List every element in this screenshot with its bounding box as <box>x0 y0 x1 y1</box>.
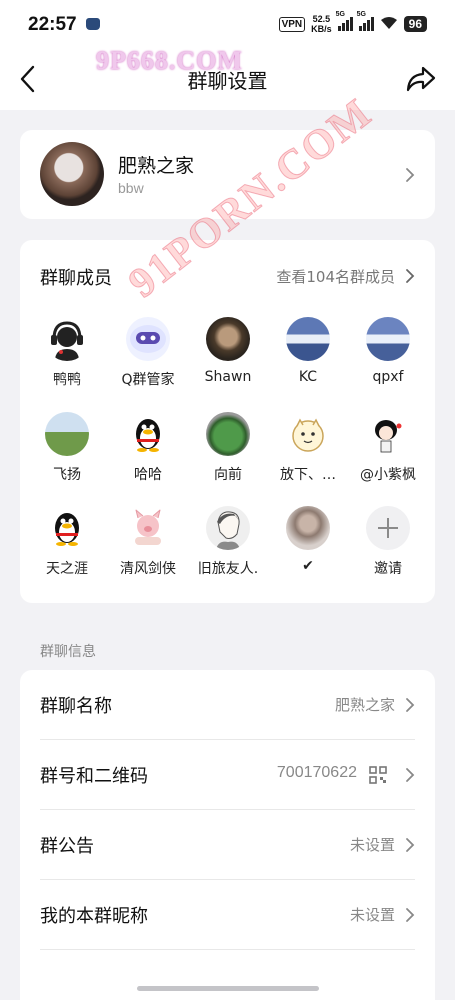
member-item[interactable]: 放下、… <box>266 412 350 484</box>
cell-signal-icon-2: 5G <box>357 11 374 31</box>
member-item[interactable]: qpxf <box>346 317 430 385</box>
group-subtitle: bbw <box>118 180 144 196</box>
chevron-right-icon[interactable] <box>405 268 415 284</box>
robot-avatar <box>126 317 170 361</box>
members-title: 群聊成员 <box>40 268 112 289</box>
landscape-avatar <box>366 317 410 361</box>
member-item[interactable]: 鸭鸭 <box>25 317 109 389</box>
chevron-right-icon <box>406 838 415 852</box>
landscape-avatar <box>286 317 330 361</box>
member-item[interactable]: @小紫枫 <box>346 412 430 484</box>
notification-icon <box>86 18 100 30</box>
group-avatar[interactable] <box>40 142 104 206</box>
chevron-right-icon <box>406 698 415 712</box>
member-item[interactable]: ✔ <box>266 506 350 574</box>
field-avatar <box>45 412 89 456</box>
member-item[interactable]: 飞扬 <box>25 412 109 484</box>
chevron-right-icon <box>406 168 415 182</box>
photo-avatar <box>206 317 250 361</box>
member-item[interactable]: KC <box>266 317 350 385</box>
watermark-top: 9P668.COM <box>96 46 243 75</box>
photo-avatar <box>286 506 330 550</box>
info-card: 群聊名称 肥熟之家 群号和二维码 700170622 群公告 未设置 我的本群昵… <box>20 670 435 1000</box>
headset-avatar <box>45 317 89 361</box>
member-item[interactable]: 哈哈 <box>106 412 190 484</box>
row-my-group-nickname[interactable]: 我的本群昵称 未设置 <box>20 880 435 950</box>
row-group-name[interactable]: 群聊名称 肥熟之家 <box>20 670 435 740</box>
member-item[interactable]: 天之涯 <box>25 506 109 578</box>
members-card: 群聊成员 查看104名群成员 鸭鸭 Q群管家 Shawn KC qpxf 飞扬 … <box>20 240 435 603</box>
group-name: 肥熟之家 <box>118 155 195 177</box>
penguin-avatar <box>126 412 170 456</box>
share-icon[interactable] <box>405 64 437 94</box>
member-item[interactable]: Shawn <box>186 317 270 385</box>
status-time: 22:57 <box>28 14 77 35</box>
status-bar: 22:57 VPN 52.5 KB/s 5G 5G 96 <box>0 0 455 50</box>
wifi-icon <box>380 16 398 33</box>
cartoon-avatar <box>286 412 330 456</box>
cartoon-girl-avatar <box>366 412 410 456</box>
pig-avatar <box>126 506 170 550</box>
plus-icon[interactable] <box>366 506 410 550</box>
row-group-number-qrcode[interactable]: 群号和二维码 700170622 <box>20 740 435 810</box>
status-indicators: VPN 52.5 KB/s 5G 5G 96 <box>278 11 427 34</box>
vpn-icon: VPN <box>278 16 306 32</box>
member-item[interactable]: 清风剑侠 <box>106 506 190 578</box>
chevron-right-icon <box>406 768 415 782</box>
section-label-info: 群聊信息 <box>40 644 96 660</box>
row-group-announcement[interactable]: 群公告 未设置 <box>20 810 435 880</box>
penguin-avatar <box>45 506 89 550</box>
cell-signal-icon: 5G <box>336 11 353 31</box>
member-item[interactable]: 向前 <box>186 412 270 484</box>
network-speed: 52.5 KB/s <box>311 14 332 34</box>
gesture-bar <box>137 986 319 991</box>
member-item[interactable]: 旧旅友人. <box>186 506 270 578</box>
member-item[interactable]: Q群管家 <box>106 317 190 389</box>
qr-code-icon[interactable] <box>369 766 387 784</box>
battery-icon: 96 <box>403 16 427 32</box>
sketch-avatar <box>206 506 250 550</box>
chevron-right-icon <box>406 908 415 922</box>
view-all-members-link[interactable]: 查看104名群成员 <box>276 266 395 287</box>
invite-button[interactable]: 邀请 <box>346 506 430 578</box>
frog-avatar <box>206 412 250 456</box>
